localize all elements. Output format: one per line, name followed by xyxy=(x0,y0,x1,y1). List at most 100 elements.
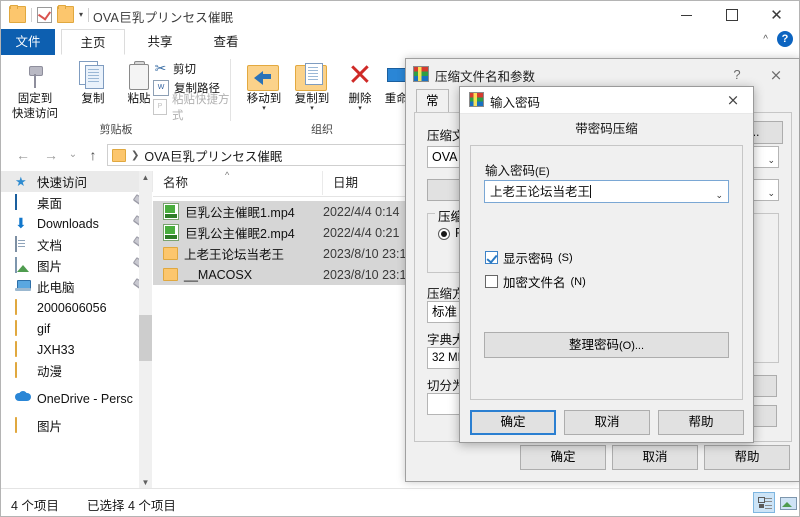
sidebar-item-label: 图片 xyxy=(37,260,63,274)
winrar-title-bar: 压缩文件名和参数 ? × xyxy=(406,59,799,89)
format-rar-radio[interactable] xyxy=(438,228,450,240)
winrar-cancel-button[interactable]: 取消 xyxy=(612,445,698,470)
sidebar-item-quick-access[interactable]: ★ 快速访问 xyxy=(1,171,153,192)
recent-locations-button[interactable]: ⌄ xyxy=(63,145,83,165)
file-date: 2023/8/10 23:1 xyxy=(323,267,407,282)
forward-button[interactable]: → xyxy=(41,145,61,165)
window-controls: ✕ xyxy=(664,1,799,29)
sort-ascending-icon: ^ xyxy=(225,171,230,180)
password-dialog-footer: 确定 取消 帮助 xyxy=(470,410,744,436)
folder-icon xyxy=(15,320,31,336)
password-cancel-button[interactable]: 取消 xyxy=(564,410,650,435)
tab-home[interactable]: 主页 xyxy=(61,29,125,55)
close-button[interactable]: ✕ xyxy=(754,1,799,29)
pictures-icon xyxy=(15,257,31,273)
password-value: 上老王论坛当老王 xyxy=(490,185,591,199)
navigation-scrollbar[interactable]: ▲ ▼ xyxy=(139,171,152,489)
sidebar-item-desktop[interactable]: 桌面 xyxy=(1,192,153,213)
chevron-down-icon[interactable]: ⌄ xyxy=(767,151,775,170)
ribbon-group-organize: 移动到 ▾ 复制到 ▾ ✕ 删除 ▾ 重命名 组织 xyxy=(232,55,419,139)
folder-icon xyxy=(15,417,31,433)
properties-icon[interactable] xyxy=(37,6,52,23)
paste-shortcut-label: 粘贴快捷方式 xyxy=(171,93,230,122)
winrar-footer: 确定 取消 帮助 xyxy=(414,445,792,471)
winrar-help-footer-button[interactable]: 帮助 xyxy=(704,445,790,470)
checkbox-unchecked-icon xyxy=(485,275,498,288)
winrar-ok-button[interactable]: 确定 xyxy=(520,445,606,470)
sidebar-item-gif[interactable]: gif xyxy=(1,318,153,339)
winrar-close-button[interactable]: × xyxy=(759,64,793,86)
password-help-button[interactable]: 帮助 xyxy=(658,410,744,435)
minimize-button[interactable] xyxy=(664,1,709,29)
new-folder-icon[interactable] xyxy=(57,5,74,23)
sidebar-item-label: JXH33 xyxy=(37,342,75,357)
ribbon-tab-strip: 文件 主页 共享 查看 xyxy=(1,29,799,56)
pin-to-quick-access-button[interactable]: 固定到 快速访问 xyxy=(7,57,63,121)
paste-shortcut-button[interactable]: P 粘贴快捷方式 xyxy=(153,94,231,122)
details-view-button[interactable] xyxy=(753,492,775,513)
delete-caret-icon[interactable]: ▾ xyxy=(332,105,388,112)
organize-group-name: 组织 xyxy=(311,124,333,136)
file-name: 巨乳公主催眠2.mp4 xyxy=(185,227,295,241)
tab-share[interactable]: 共享 xyxy=(129,29,191,55)
encrypt-names-mnemonic: (N) xyxy=(570,275,586,288)
sidebar-item-donghua[interactable]: 动漫 xyxy=(1,360,153,381)
sidebar-item-pictures-2[interactable]: 图片 xyxy=(1,415,153,436)
chevron-down-icon[interactable]: ⌄ xyxy=(715,186,723,205)
sidebar-item-downloads[interactable]: ⬇ Downloads xyxy=(1,213,153,234)
copy-path-icon: W xyxy=(153,79,169,96)
encrypt-file-names-checkbox[interactable]: 加密文件名 (N) xyxy=(485,272,586,291)
folder-icon xyxy=(163,247,178,260)
maximize-button[interactable] xyxy=(709,1,754,29)
show-password-checkbox[interactable]: 显示密码 (S) xyxy=(485,248,573,267)
password-dialog-heading: 带密码压缩 xyxy=(575,122,638,136)
file-name: __MACOSX xyxy=(184,267,253,282)
password-dialog-close-button[interactable]: × xyxy=(716,88,750,112)
large-icons-view-button[interactable] xyxy=(777,492,799,513)
chevron-up-icon[interactable]: ^ xyxy=(763,34,768,45)
chevron-down-icon[interactable]: ⌄ xyxy=(767,184,775,203)
password-ok-button[interactable]: 确定 xyxy=(470,410,556,435)
download-icon: ⬇ xyxy=(15,215,27,231)
up-button[interactable]: ↑ xyxy=(83,145,103,165)
tab-general[interactable]: 常规 xyxy=(416,89,449,130)
sidebar-item-onedrive[interactable]: OneDrive - Persc xyxy=(1,388,153,409)
selection-count: 已选择 4 个项目 xyxy=(87,499,176,513)
winrar-help-button[interactable]: ? xyxy=(722,64,752,86)
quick-access-toolbar: ▾ xyxy=(9,5,90,23)
tab-view[interactable]: 查看 xyxy=(195,29,257,55)
folder-icon[interactable] xyxy=(9,5,26,23)
explorer-title-bar: ▾ OVA巨乳プリンセス催眠 ✕ xyxy=(1,1,799,29)
organize-passwords-button[interactable]: 整理密码(O)... xyxy=(484,332,729,358)
scissors-icon: ✂ xyxy=(154,60,167,76)
sidebar-item-label: 文档 xyxy=(37,239,63,253)
password-input[interactable]: 上老王论坛当老王 ⌄ xyxy=(484,180,729,203)
scrollbar-thumb[interactable] xyxy=(139,315,152,361)
folder-icon xyxy=(163,268,178,281)
sidebar-item-2000606056[interactable]: 2000606056 xyxy=(1,297,153,318)
help-icon[interactable]: ? xyxy=(777,31,793,47)
tab-file[interactable]: 文件 xyxy=(1,29,55,55)
customize-caret-icon[interactable]: ▾ xyxy=(79,10,83,19)
column-header-name[interactable]: 名称 xyxy=(153,171,323,195)
sidebar-item-this-pc[interactable]: 此电脑 xyxy=(1,276,153,297)
file-name: 巨乳公主催眠1.mp4 xyxy=(185,206,295,220)
organize-passwords-mnemonic: (O)... xyxy=(618,340,645,352)
breadcrumb-separator-icon: ❯ xyxy=(131,149,140,161)
mp4-file-icon xyxy=(163,203,179,220)
scroll-up-icon[interactable]: ▲ xyxy=(139,171,152,184)
sidebar-item-label: 桌面 xyxy=(37,197,63,211)
maximize-icon xyxy=(725,9,738,21)
sidebar-item-documents[interactable]: 文档 xyxy=(1,234,153,255)
this-pc-icon xyxy=(15,279,31,294)
back-button[interactable]: ← xyxy=(13,145,33,165)
sidebar-item-label: 2000606056 xyxy=(37,300,107,315)
pin-label-2: 快速访问 xyxy=(12,108,58,120)
cut-button[interactable]: ✂ 剪切 xyxy=(153,59,231,78)
sidebar-item-pictures[interactable]: 图片 xyxy=(1,255,153,276)
close-icon: ✕ xyxy=(770,5,783,24)
breadcrumb: OVA巨乳プリンセス催眠 xyxy=(144,149,283,164)
password-label-text: 输入密码 xyxy=(485,164,536,178)
sidebar-item-jxh33[interactable]: JXH33 xyxy=(1,339,153,360)
compression-method-value: 标准 xyxy=(432,305,458,319)
